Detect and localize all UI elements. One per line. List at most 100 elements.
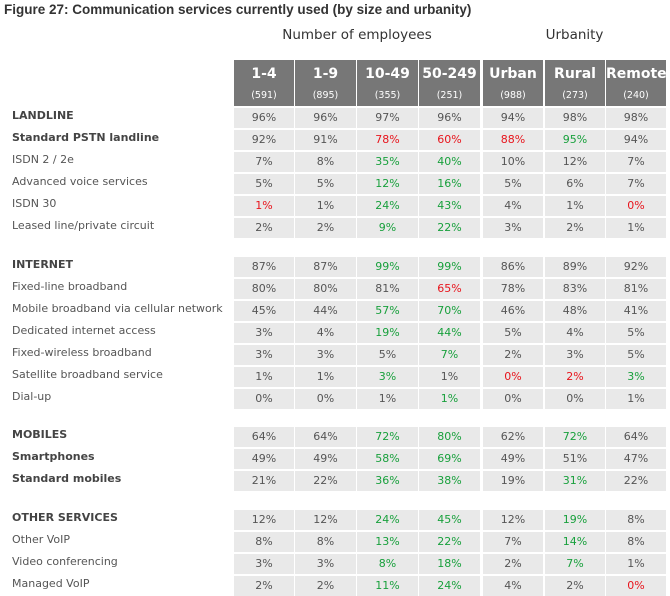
cell-urban: 49% xyxy=(483,449,543,469)
cell-50-249: 16% xyxy=(419,174,480,194)
cell-50-249: 7% xyxy=(419,345,480,365)
row-label: Video conferencing xyxy=(12,555,118,568)
cell-10-49: 72% xyxy=(357,427,418,447)
column-sample-size: (251) xyxy=(436,90,463,101)
cell-urban: 4% xyxy=(483,576,543,596)
column-label: 1-4 xyxy=(251,66,277,82)
cell-1-4: 3% xyxy=(234,554,294,574)
cell-10-49: 3% xyxy=(357,367,418,387)
cell-1-4: 3% xyxy=(234,345,294,365)
row-label: INTERNET xyxy=(12,258,74,271)
cell-urban: 2% xyxy=(483,554,543,574)
cell-remote: 47% xyxy=(606,449,666,469)
cell-remote: 98% xyxy=(606,108,666,128)
cell-10-49: 12% xyxy=(357,174,418,194)
cell-50-249: 70% xyxy=(419,301,480,321)
cell-10-49: 5% xyxy=(357,345,418,365)
cell-1-9: 1% xyxy=(295,367,356,387)
row-label: ISDN 30 xyxy=(12,197,57,210)
cell-rural: 1% xyxy=(545,196,605,216)
cell-1-4: 92% xyxy=(234,130,294,150)
cell-10-49: 9% xyxy=(357,218,418,238)
column-sample-size: (240) xyxy=(623,90,649,101)
cell-50-249: 40% xyxy=(419,152,480,172)
cell-urban: 46% xyxy=(483,301,543,321)
cell-1-9: 22% xyxy=(295,471,356,491)
row-label: Standard mobiles xyxy=(12,472,122,485)
cell-remote: 64% xyxy=(606,427,666,447)
row-label: Dedicated internet access xyxy=(12,324,156,337)
cell-rural: 2% xyxy=(545,367,605,387)
cell-remote: 5% xyxy=(606,345,666,365)
cell-1-4: 7% xyxy=(234,152,294,172)
cell-urban: 5% xyxy=(483,323,543,343)
cell-1-4: 49% xyxy=(234,449,294,469)
cell-50-249: 24% xyxy=(419,576,480,596)
cell-1-9: 2% xyxy=(295,218,356,238)
cell-urban: 62% xyxy=(483,427,543,447)
cell-50-249: 69% xyxy=(419,449,480,469)
cell-urban: 88% xyxy=(483,130,543,150)
cell-remote: 0% xyxy=(606,196,666,216)
cell-rural: 4% xyxy=(545,323,605,343)
cell-1-4: 5% xyxy=(234,174,294,194)
cell-rural: 19% xyxy=(545,510,605,530)
cell-urban: 86% xyxy=(483,257,543,277)
cell-remote: 1% xyxy=(606,218,666,238)
cell-remote: 0% xyxy=(606,576,666,596)
column-sample-size: (988) xyxy=(500,90,526,101)
cell-1-4: 2% xyxy=(234,576,294,596)
cell-rural: 6% xyxy=(545,174,605,194)
cell-urban: 3% xyxy=(483,218,543,238)
cell-50-249: 38% xyxy=(419,471,480,491)
column-header-10-49: 10-49 (355) xyxy=(357,60,418,106)
cell-1-9: 91% xyxy=(295,130,356,150)
cell-urban: 19% xyxy=(483,471,543,491)
cell-rural: 83% xyxy=(545,279,605,299)
row-label: ISDN 2 / 2e xyxy=(12,153,74,166)
cell-urban: 12% xyxy=(483,510,543,530)
cell-50-249: 45% xyxy=(419,510,480,530)
row-label: Mobile broadband via cellular network xyxy=(12,302,223,315)
column-header-rural: Rural (273) xyxy=(545,60,605,106)
cell-remote: 8% xyxy=(606,510,666,530)
cell-urban: 5% xyxy=(483,174,543,194)
cell-10-49: 19% xyxy=(357,323,418,343)
column-label: 50-249 xyxy=(422,66,477,82)
cell-urban: 94% xyxy=(483,108,543,128)
cell-remote: 3% xyxy=(606,367,666,387)
cell-1-4: 96% xyxy=(234,108,294,128)
cell-10-49: 81% xyxy=(357,279,418,299)
cell-rural: 31% xyxy=(545,471,605,491)
column-header-urban: Urban (988) xyxy=(483,60,543,106)
cell-1-9: 0% xyxy=(295,389,356,409)
cell-50-249: 1% xyxy=(419,367,480,387)
cell-remote: 41% xyxy=(606,301,666,321)
cell-10-49: 35% xyxy=(357,152,418,172)
cell-rural: 2% xyxy=(545,576,605,596)
cell-1-4: 87% xyxy=(234,257,294,277)
cell-10-49: 11% xyxy=(357,576,418,596)
cell-1-9: 87% xyxy=(295,257,356,277)
column-sample-size: (591) xyxy=(251,90,277,101)
cell-1-4: 12% xyxy=(234,510,294,530)
cell-urban: 0% xyxy=(483,389,543,409)
cell-10-49: 8% xyxy=(357,554,418,574)
column-header-1-9: 1-9 (895) xyxy=(295,60,356,106)
cell-10-49: 1% xyxy=(357,389,418,409)
cell-1-9: 4% xyxy=(295,323,356,343)
cell-1-4: 21% xyxy=(234,471,294,491)
cell-urban: 78% xyxy=(483,279,543,299)
cell-rural: 12% xyxy=(545,152,605,172)
cell-rural: 51% xyxy=(545,449,605,469)
cell-remote: 92% xyxy=(606,257,666,277)
cell-rural: 7% xyxy=(545,554,605,574)
cell-remote: 7% xyxy=(606,152,666,172)
cell-10-49: 99% xyxy=(357,257,418,277)
cell-1-9: 3% xyxy=(295,554,356,574)
row-label: Managed VoIP xyxy=(12,577,90,590)
row-label: Standard PSTN landline xyxy=(12,131,160,144)
row-label: MOBILES xyxy=(12,428,68,441)
cell-50-249: 80% xyxy=(419,427,480,447)
cell-10-49: 58% xyxy=(357,449,418,469)
